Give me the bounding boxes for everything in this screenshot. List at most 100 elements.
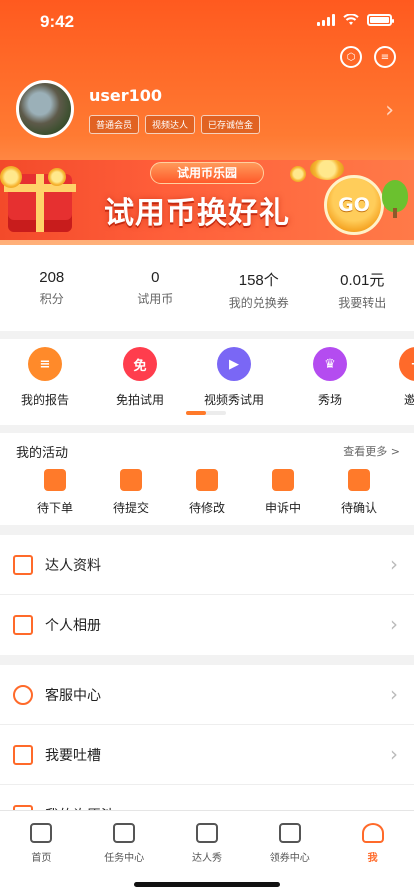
banner-title: 试用币换好礼 xyxy=(104,196,290,231)
stat-label: 积分 xyxy=(39,292,64,306)
stat-points[interactable]: 208 积分 xyxy=(0,245,104,331)
banner-pill: 试用币乐园 xyxy=(150,162,264,184)
user-icon xyxy=(361,823,384,843)
menu-item-customer-service[interactable]: 客服中心 › xyxy=(0,665,414,725)
tool-free-trial[interactable]: 免 免拍试用 xyxy=(100,347,180,408)
invite-icon: + xyxy=(399,347,414,381)
chevron-right-icon: › xyxy=(390,612,398,636)
activity-pending-submit[interactable]: 待提交 xyxy=(94,469,168,516)
stats-row: 208 积分 0 试用币 158个 我的兑换券 0.01元 我要转出 xyxy=(0,245,414,331)
settings-icon[interactable]: ⬡ xyxy=(340,46,362,68)
stat-label: 我要转出 xyxy=(338,296,387,310)
tab-me[interactable]: 我 xyxy=(331,811,414,896)
video-icon: ▶ xyxy=(217,347,251,381)
tool-invite[interactable]: + 邀请 xyxy=(376,347,414,408)
profile-card-icon xyxy=(13,555,33,575)
deposit-badge: 已存诚信金 xyxy=(201,115,261,134)
view-more-link[interactable]: 查看更多 > xyxy=(343,443,400,459)
activity-label: 申诉中 xyxy=(264,501,301,515)
stat-value: 158个 xyxy=(238,272,279,289)
tool-label: 秀场 xyxy=(317,393,342,407)
stat-transfer[interactable]: 0.01元 我要转出 xyxy=(311,245,414,331)
coin-icon xyxy=(0,166,22,188)
crown-icon: ♛ xyxy=(313,347,347,381)
stat-label: 我的兑换券 xyxy=(228,296,289,310)
stat-value: 0.01元 xyxy=(340,272,385,289)
activity-pending-confirm[interactable]: 待确认 xyxy=(322,469,396,516)
clipboard-icon xyxy=(120,469,142,491)
tab-label: 我 xyxy=(367,853,378,864)
coupon-icon xyxy=(278,823,301,843)
tab-label: 首页 xyxy=(31,853,52,864)
check-icon xyxy=(348,469,370,491)
chevron-right-icon: › xyxy=(390,742,398,766)
home-icon xyxy=(30,823,53,843)
top-actions: ⬡ ≡ xyxy=(340,46,396,68)
activity-label: 待下单 xyxy=(36,501,73,515)
menu-group-profile: 达人资料 › 个人相册 › xyxy=(0,535,414,655)
activity-pending-order[interactable]: 待下单 xyxy=(18,469,92,516)
go-button[interactable]: GO xyxy=(324,175,384,235)
menu-item-album[interactable]: 个人相册 › xyxy=(0,595,414,655)
section-title: 我的活动 xyxy=(16,446,69,461)
tool-showcase[interactable]: ♛ 秀场 xyxy=(290,347,370,408)
video-expert-badge: 视频达人 xyxy=(145,115,196,134)
tool-row: ≡ 我的报告 免 免拍试用 ▶ 视频秀试用 ♛ 秀场 + 邀请 xyxy=(0,339,414,425)
tab-home[interactable]: 首页 xyxy=(0,811,83,896)
menu-label: 个人相册 xyxy=(45,618,101,634)
menu-item-expert-profile[interactable]: 达人资料 › xyxy=(0,535,414,595)
report-icon: ≡ xyxy=(28,347,62,381)
profile-tags: 普通会员 视频达人 已存诚信金 xyxy=(89,115,261,134)
member-badge: 普通会员 xyxy=(89,115,140,134)
status-time: 9:42 xyxy=(40,12,75,31)
coin-icon xyxy=(48,168,66,186)
activity-label: 待确认 xyxy=(340,501,377,515)
battery-icon xyxy=(367,14,394,26)
menu-label: 客服中心 xyxy=(45,688,101,704)
headset-icon xyxy=(13,685,33,705)
chevron-right-icon[interactable]: › xyxy=(385,98,394,123)
chevron-right-icon: › xyxy=(390,682,398,706)
coin-icon xyxy=(290,166,306,182)
activity-label: 待提交 xyxy=(112,501,149,515)
tool-label: 视频秀试用 xyxy=(203,393,264,407)
wifi-icon xyxy=(343,14,359,25)
avatar[interactable] xyxy=(16,80,74,138)
crown-icon xyxy=(195,823,218,843)
chevron-right-icon: › xyxy=(390,552,398,576)
tool-label: 免拍试用 xyxy=(115,393,164,407)
tool-report[interactable]: ≡ 我的报告 xyxy=(5,347,85,408)
edit-icon xyxy=(196,469,218,491)
home-indicator xyxy=(134,882,280,887)
stat-value: 208 xyxy=(39,269,65,286)
activity-section: 我的活动 查看更多 > 待下单 待提交 待修改 申诉中 待确认 xyxy=(0,433,414,525)
menu-item-feedback[interactable]: 我要吐槽 › xyxy=(0,725,414,785)
pencil-icon xyxy=(13,745,33,765)
tool-label: 邀请 xyxy=(403,393,414,407)
status-bar: 9:42 xyxy=(0,0,414,44)
coin-icon xyxy=(310,160,344,180)
tool-label: 我的报告 xyxy=(20,393,69,407)
menu-label: 我要吐槽 xyxy=(45,748,101,764)
task-icon xyxy=(113,823,136,843)
free-trial-icon: 免 xyxy=(123,347,157,381)
stat-trial-coins[interactable]: 0 试用币 xyxy=(104,245,208,331)
username: user100 xyxy=(89,86,163,105)
scroll-indicator xyxy=(186,411,226,415)
tool-video-trial[interactable]: ▶ 视频秀试用 xyxy=(194,347,274,408)
stat-value: 0 xyxy=(151,269,160,286)
stat-coupons[interactable]: 158个 我的兑换券 xyxy=(207,245,311,331)
status-icons xyxy=(317,14,394,26)
signal-icon xyxy=(317,14,335,26)
card-icon xyxy=(44,469,66,491)
tree-icon xyxy=(382,180,408,218)
tab-label: 领券中心 xyxy=(269,853,310,864)
tab-label: 达人秀 xyxy=(191,853,222,864)
stat-label: 试用币 xyxy=(137,292,174,306)
tab-label: 任务中心 xyxy=(104,853,145,864)
activity-label: 待修改 xyxy=(188,501,225,515)
message-icon xyxy=(272,469,294,491)
activity-appealing[interactable]: 申诉中 xyxy=(246,469,320,516)
message-icon[interactable]: ≡ xyxy=(374,46,396,68)
activity-pending-edit[interactable]: 待修改 xyxy=(170,469,244,516)
